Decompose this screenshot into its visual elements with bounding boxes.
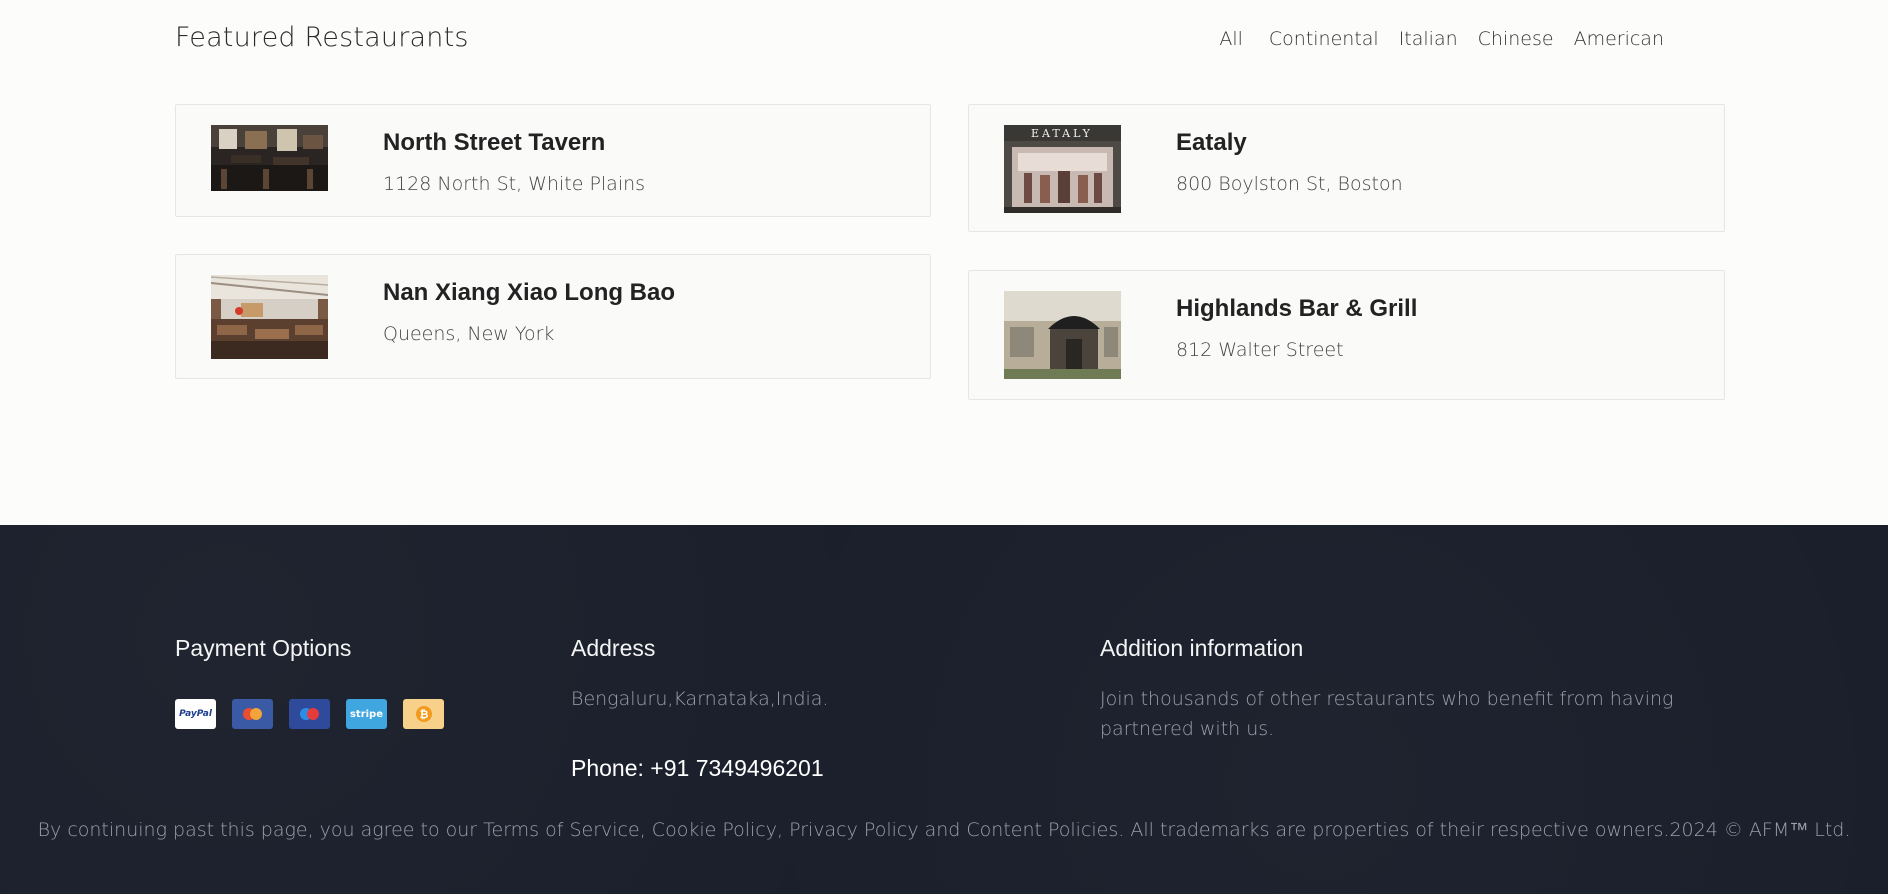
- restaurant-image: [211, 275, 328, 359]
- section-title: Featured Restaurants: [175, 22, 469, 53]
- eataly-sign-text: EATALY: [1031, 127, 1093, 140]
- privacy-policy-link[interactable]: Privacy Policy: [789, 819, 918, 841]
- legal-prefix: By continuing past this page, you agree …: [37, 819, 484, 841]
- restaurant-image: EATALY: [1004, 125, 1121, 213]
- restaurant-image: [211, 125, 328, 191]
- legal-suffix: . All trademarks are properties of their…: [1118, 819, 1851, 841]
- restaurant-name[interactable]: Nan Xiang Xiao Long Bao: [383, 279, 675, 307]
- payment-icons: PayPal stripe ₿: [175, 699, 444, 729]
- address-text: Bengaluru,Karnataka,India.: [571, 688, 829, 710]
- restaurant-address: 800 Boylston St, Boston: [1176, 173, 1403, 195]
- restaurant-address: 812 Walter Street: [1176, 339, 1344, 361]
- restaurant-name[interactable]: Eataly: [1176, 129, 1247, 157]
- restaurant-address: 1128 North St, White Plains: [383, 173, 646, 195]
- additional-info-text: Join thousands of other restaurants who …: [1100, 688, 1674, 740]
- terms-link[interactable]: Terms of Service: [483, 819, 640, 841]
- stripe-icon[interactable]: stripe: [346, 699, 387, 729]
- paypal-icon[interactable]: PayPal: [175, 699, 216, 729]
- filter-continental[interactable]: Continental: [1269, 26, 1379, 52]
- restaurant-image: [1004, 291, 1121, 379]
- legal-notice: By continuing past this page, you agree …: [37, 819, 1851, 841]
- restaurant-card[interactable]: EATALY Eataly 800 Boylston St, Boston: [968, 104, 1725, 232]
- svg-text:₿: ₿: [419, 708, 428, 721]
- restaurant-address: Queens, New York: [383, 323, 555, 345]
- filter-all[interactable]: All: [1219, 26, 1243, 52]
- restaurant-card[interactable]: Highlands Bar & Grill 812 Walter Street: [968, 270, 1725, 400]
- payment-options-title: Payment Options: [175, 635, 352, 661]
- content-policies-link[interactable]: Content Policies: [966, 819, 1118, 841]
- phone-number[interactable]: Phone: +91 7349496201: [571, 755, 824, 782]
- maestro-icon[interactable]: [289, 699, 330, 729]
- bitcoin-icon[interactable]: ₿: [403, 699, 444, 729]
- cookie-policy-link[interactable]: Cookie Policy: [652, 819, 777, 841]
- mastercard-icon[interactable]: [232, 699, 273, 729]
- cuisine-filter-bar: All Continental Italian Chinese American: [1219, 26, 1664, 52]
- restaurant-name[interactable]: Highlands Bar & Grill: [1176, 295, 1417, 323]
- restaurant-card[interactable]: Nan Xiang Xiao Long Bao Queens, New York: [175, 254, 931, 379]
- filter-chinese[interactable]: Chinese: [1478, 26, 1554, 52]
- filter-american[interactable]: American: [1574, 26, 1664, 52]
- additional-info-title: Addition information: [1100, 635, 1304, 661]
- restaurant-card[interactable]: North Street Tavern 1128 North St, White…: [175, 104, 931, 217]
- site-footer: Payment Options PayPal stripe ₿ Address …: [0, 525, 1888, 894]
- restaurant-name[interactable]: North Street Tavern: [383, 129, 605, 157]
- address-title: Address: [571, 635, 656, 661]
- filter-italian[interactable]: Italian: [1399, 26, 1458, 52]
